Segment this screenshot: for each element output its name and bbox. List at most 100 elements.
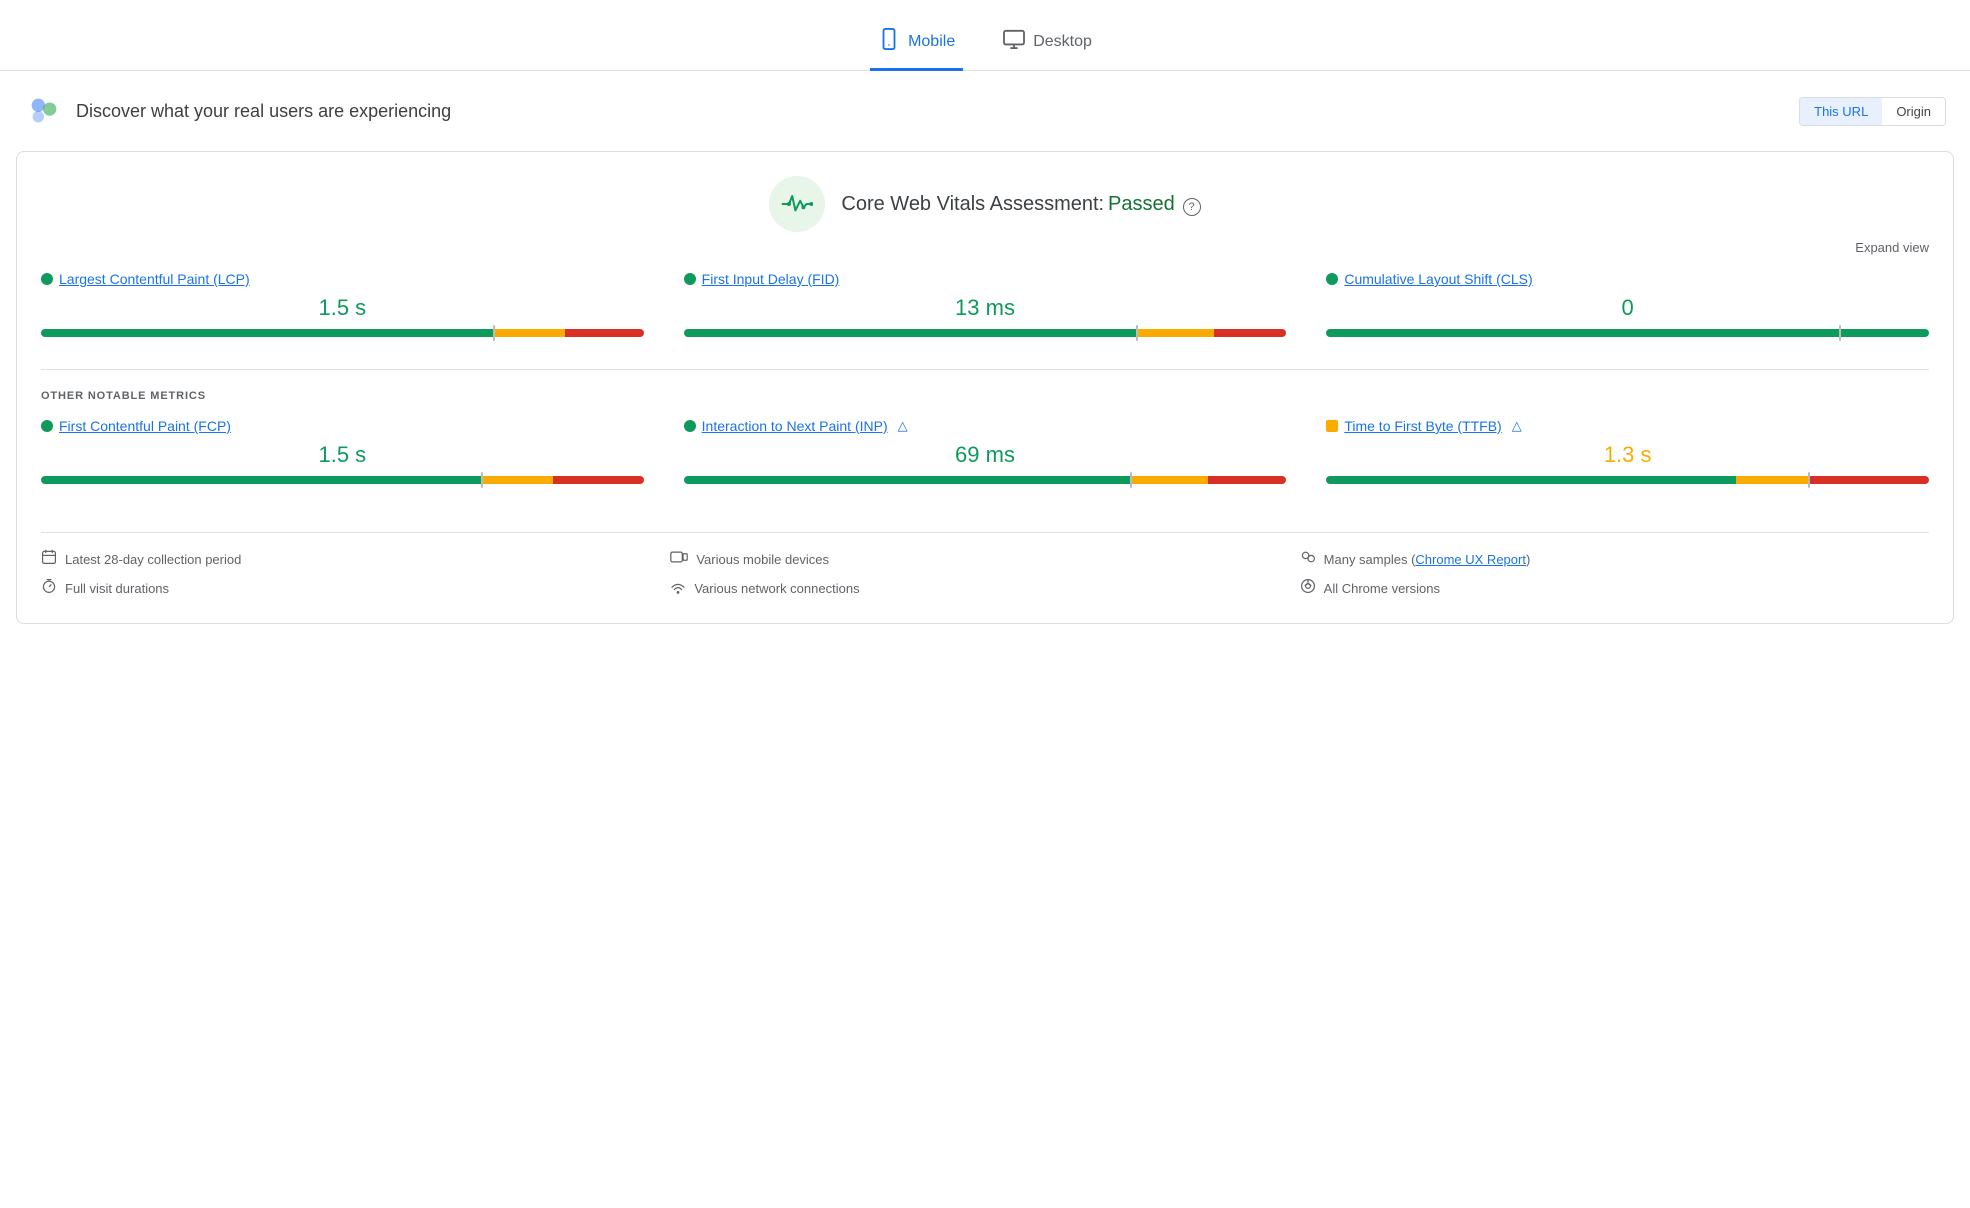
fcp-value: 1.5 s — [41, 442, 644, 468]
fcp-bar-green — [41, 476, 481, 484]
chrome-icon — [1300, 578, 1316, 599]
fid-status-dot — [684, 273, 696, 285]
vitals-assessment-label: Core Web Vitals Assessment: — [841, 193, 1104, 215]
fid-name[interactable]: First Input Delay (FID) — [702, 271, 840, 287]
metric-fcp: First Contentful Paint (FCP) 1.5 s — [41, 418, 644, 484]
ttfb-bar-orange — [1736, 476, 1808, 484]
metrics-divider — [41, 369, 1929, 370]
fcp-bar-orange — [481, 476, 553, 484]
lcp-bar — [41, 329, 644, 337]
help-icon[interactable]: ? — [1183, 198, 1201, 216]
ttfb-lab-icon: △ — [1512, 418, 1522, 434]
other-metrics-grid: First Contentful Paint (FCP) 1.5 s Inter… — [41, 418, 1929, 508]
header-title: Discover what your real users are experi… — [76, 101, 451, 122]
main-card: Core Web Vitals Assessment: Passed ? Exp… — [16, 151, 1954, 624]
footer-col1: Latest 28-day collection period Full vis… — [41, 549, 670, 599]
calendar-icon — [41, 549, 57, 570]
fid-bar — [684, 329, 1287, 337]
fcp-name[interactable]: First Contentful Paint (FCP) — [59, 418, 231, 434]
device-tabs: Mobile Desktop — [0, 0, 1970, 71]
header-left: Discover what your real users are experi… — [24, 91, 451, 131]
ttfb-bar — [1326, 476, 1929, 484]
fid-bar-marker — [1136, 325, 1138, 341]
footer-collection-text: Latest 28-day collection period — [65, 552, 241, 567]
samples-icon — [1300, 549, 1316, 570]
inp-bar — [684, 476, 1287, 484]
lcp-bar-marker — [493, 325, 495, 341]
metric-fid: First Input Delay (FID) 13 ms — [684, 271, 1287, 337]
vitals-title: Core Web Vitals Assessment: Passed ? — [841, 193, 1200, 216]
network-icon — [670, 578, 686, 599]
lcp-bar-green — [41, 329, 493, 337]
footer-item-visits: Full visit durations — [41, 578, 670, 599]
other-metrics-label: OTHER NOTABLE METRICS — [41, 390, 1929, 402]
mobile-devices-icon — [670, 549, 688, 570]
header-section: Discover what your real users are experi… — [0, 71, 1970, 151]
ttfb-value: 1.3 s — [1326, 442, 1929, 468]
inp-name[interactable]: Interaction to Next Paint (INP) — [702, 418, 888, 434]
footer-info: Latest 28-day collection period Full vis… — [41, 532, 1929, 599]
cls-bar-marker — [1839, 325, 1841, 341]
fid-bar-red — [1214, 329, 1286, 337]
tab-mobile[interactable]: Mobile — [870, 16, 963, 71]
vitals-assessment-status: Passed — [1108, 193, 1175, 215]
fcp-bar-marker — [481, 472, 483, 488]
fcp-bar — [41, 476, 644, 484]
timer-icon — [41, 578, 57, 599]
fid-bar-orange — [1136, 329, 1214, 337]
cls-status-dot — [1326, 273, 1338, 285]
cls-value: 0 — [1326, 295, 1929, 321]
fid-value: 13 ms — [684, 295, 1287, 321]
fcp-label-row: First Contentful Paint (FCP) — [41, 418, 644, 434]
footer-item-network: Various network connections — [670, 578, 1299, 599]
tab-mobile-label: Mobile — [908, 33, 955, 51]
inp-bar-red — [1208, 476, 1286, 484]
vitals-icon — [769, 176, 825, 232]
tab-desktop-label: Desktop — [1033, 33, 1092, 51]
lcp-label-row: Largest Contentful Paint (LCP) — [41, 271, 644, 287]
origin-button[interactable]: Origin — [1882, 98, 1945, 125]
expand-view-button[interactable]: Expand view — [41, 240, 1929, 255]
tab-desktop[interactable]: Desktop — [995, 17, 1100, 70]
ttfb-status-dot — [1326, 420, 1338, 432]
inp-status-dot — [684, 420, 696, 432]
lcp-bar-orange — [493, 329, 565, 337]
cls-label-row: Cumulative Layout Shift (CLS) — [1326, 271, 1929, 287]
ttfb-label-row: Time to First Byte (TTFB) △ — [1326, 418, 1929, 434]
lcp-name[interactable]: Largest Contentful Paint (LCP) — [59, 271, 250, 287]
url-origin-toggle: This URL Origin — [1799, 97, 1946, 126]
lcp-status-dot — [41, 273, 53, 285]
footer-item-samples: Many samples (Chrome UX Report) — [1300, 549, 1929, 570]
inp-label-row: Interaction to Next Paint (INP) △ — [684, 418, 1287, 434]
fid-bar-green — [684, 329, 1136, 337]
metric-inp: Interaction to Next Paint (INP) △ 69 ms — [684, 418, 1287, 484]
footer-network-text: Various network connections — [694, 581, 859, 596]
lcp-bar-red — [565, 329, 643, 337]
footer-chrome-text: All Chrome versions — [1324, 581, 1440, 596]
inp-bar-marker — [1130, 472, 1132, 488]
ttfb-name[interactable]: Time to First Byte (TTFB) — [1344, 418, 1501, 434]
ttfb-bar-green — [1326, 476, 1736, 484]
metric-lcp: Largest Contentful Paint (LCP) 1.5 s — [41, 271, 644, 337]
chrome-ux-report-link[interactable]: Chrome UX Report — [1415, 552, 1526, 567]
this-url-button[interactable]: This URL — [1800, 98, 1882, 125]
metric-ttfb: Time to First Byte (TTFB) △ 1.3 s — [1326, 418, 1929, 484]
vitals-header: Core Web Vitals Assessment: Passed ? — [41, 176, 1929, 232]
users-icon — [24, 91, 64, 131]
desktop-icon — [1003, 29, 1025, 55]
fcp-bar-red — [553, 476, 643, 484]
cls-name[interactable]: Cumulative Layout Shift (CLS) — [1344, 271, 1532, 287]
footer-samples-text: Many samples (Chrome UX Report) — [1324, 552, 1531, 567]
lcp-value: 1.5 s — [41, 295, 644, 321]
footer-col3: Many samples (Chrome UX Report) All Chro… — [1300, 549, 1929, 599]
inp-lab-icon: △ — [898, 418, 908, 434]
metric-cls: Cumulative Layout Shift (CLS) 0 — [1326, 271, 1929, 337]
core-metrics-grid: Largest Contentful Paint (LCP) 1.5 s Fir… — [41, 271, 1929, 361]
fcp-status-dot — [41, 420, 53, 432]
inp-bar-orange — [1130, 476, 1208, 484]
footer-item-chrome: All Chrome versions — [1300, 578, 1929, 599]
footer-visits-text: Full visit durations — [65, 581, 169, 596]
footer-col2: Various mobile devices Various network c… — [670, 549, 1299, 599]
ttfb-bar-red — [1808, 476, 1929, 484]
footer-item-devices: Various mobile devices — [670, 549, 1299, 570]
